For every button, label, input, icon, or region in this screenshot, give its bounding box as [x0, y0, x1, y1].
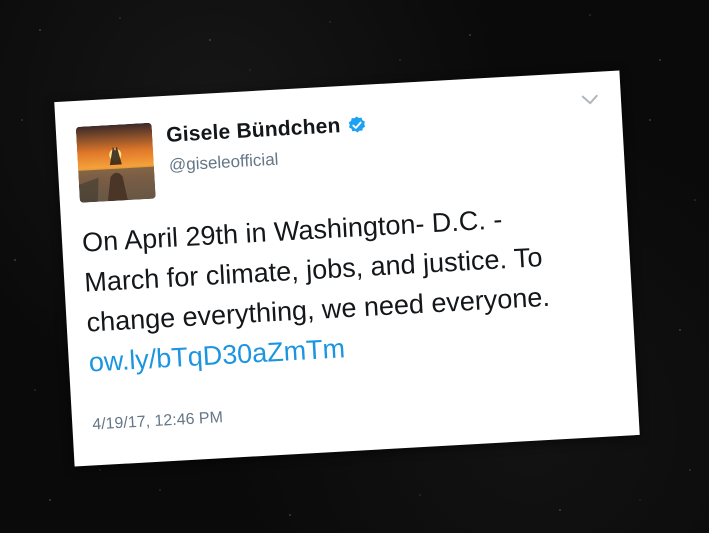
- avatar-sunset-image: [75, 122, 156, 203]
- avatar[interactable]: [75, 122, 156, 203]
- timestamp[interactable]: 4/19/17, 12:46 PM: [92, 409, 224, 434]
- display-name[interactable]: Gisele Bündchen: [166, 114, 342, 148]
- tweet-text: On April 29th in Washington- D.C. - Marc…: [81, 193, 619, 382]
- handle[interactable]: @giseleofficial: [168, 150, 279, 176]
- chevron-down-icon[interactable]: [581, 94, 600, 107]
- author-name-row: Gisele Bündchen: [166, 113, 368, 148]
- verified-badge-icon: [346, 115, 367, 136]
- tweet-card: Gisele Bündchen @giseleofficial On April…: [54, 70, 640, 467]
